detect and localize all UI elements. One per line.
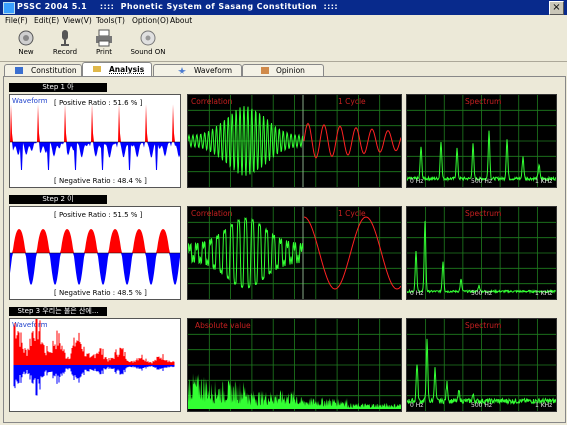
step3-absolute-plot	[188, 319, 401, 411]
step1-waveform-box: Waveform [ Positive Ratio : 51.6 % ] [ N…	[9, 94, 181, 188]
menu-edit[interactable]: Edit(E)	[34, 16, 59, 25]
step3-spectrum-plot	[407, 319, 556, 411]
step2-spectrum-plot	[407, 207, 556, 299]
menu-tools[interactable]: Tools(T)	[96, 16, 125, 25]
spectrum-label: Spectrum	[465, 321, 502, 330]
step1-label: Step 1 아	[9, 83, 107, 92]
step3-waveform-box: Waveform	[9, 318, 181, 412]
app-icon	[3, 2, 15, 14]
step2-spectrum-scope: Spectrum 0 Hz 500 Hz 1 KHz	[406, 206, 557, 300]
step3-waveform-plot	[13, 319, 175, 396]
book-icon	[15, 67, 23, 74]
axis-500hz: 500 Hz	[471, 178, 493, 185]
sound-on-button[interactable]: Sound ON	[128, 29, 168, 59]
absolute-value-label: Absolute value	[195, 321, 251, 330]
tab-constitution[interactable]: Constitution	[4, 64, 82, 76]
folder-icon	[93, 66, 101, 72]
step3-spectrum-scope: Spectrum 0 Hz 500 Hz 1 KHz	[406, 318, 557, 412]
menu-file[interactable]: File(F)	[5, 16, 28, 25]
step2-waveform-box: [ Positive Ratio : 51.5 % ] [ Negative R…	[9, 206, 181, 300]
menu-about[interactable]: About	[170, 16, 192, 25]
toolbar: New Record Print Sound ON	[0, 27, 567, 62]
microphone-icon	[61, 30, 69, 46]
axis-500hz: 500 Hz	[471, 402, 493, 409]
spectrum-label: Spectrum	[465, 97, 502, 106]
step3-label: Step 3 우리는 불은 산에...	[9, 307, 107, 316]
tab-analysis[interactable]: Analysis	[82, 62, 152, 76]
axis-1khz: 1 KHz	[535, 178, 553, 185]
step1-spectrum-scope: Spectrum 0 Hz 500 Hz 1 KHz	[406, 94, 557, 188]
step1-correlation-plot	[188, 95, 401, 187]
axis-1khz: 1 KHz	[535, 290, 553, 297]
tab-opinion[interactable]: Opinion	[242, 64, 324, 76]
correlation-label: Correlation	[191, 97, 233, 106]
axis-1khz: 1 KHz	[535, 402, 553, 409]
axis-0hz: 0 Hz	[410, 290, 424, 297]
pencil-icon	[261, 67, 269, 74]
step3-absolute-scope: Absolute value	[187, 318, 402, 412]
window-title: PSSC 2004 5.1 :::: Phonetic System of Sa…	[17, 2, 338, 11]
step1-waveform-plot	[10, 104, 180, 170]
print-button[interactable]: Print	[84, 29, 124, 59]
printer-icon	[96, 29, 112, 47]
step2-correlation-scope: Correlation 1 Cycle	[187, 206, 402, 300]
close-button[interactable]: ×	[549, 1, 564, 15]
menu-option[interactable]: Option(O)	[132, 16, 169, 25]
menu-view[interactable]: View(V)	[63, 16, 92, 25]
step2-correlation-plot	[188, 207, 401, 299]
axis-0hz: 0 Hz	[410, 178, 424, 185]
step2-label: Step 2 이	[9, 195, 107, 204]
one-cycle-label: 1 Cycle	[338, 97, 366, 106]
new-button[interactable]: New	[6, 29, 46, 59]
tab-strip: Constitution Analysis Waveform Opinion	[0, 62, 567, 76]
speaker-icon	[140, 30, 156, 46]
new-document-icon	[18, 30, 34, 46]
axis-500hz: 500 Hz	[471, 290, 493, 297]
star-icon	[178, 67, 186, 74]
spectrum-label: Spectrum	[465, 209, 502, 218]
one-cycle-label: 1 Cycle	[338, 209, 366, 218]
title-bar: PSSC 2004 5.1 :::: Phonetic System of Sa…	[0, 0, 567, 15]
step2-waveform-plot	[10, 229, 180, 285]
step1-correlation-scope: Correlation 1 Cycle	[187, 94, 402, 188]
tab-waveform[interactable]: Waveform	[153, 64, 242, 76]
record-button[interactable]: Record	[45, 29, 85, 59]
axis-0hz: 0 Hz	[410, 402, 424, 409]
correlation-label: Correlation	[191, 209, 233, 218]
menu-bar: File(F) Edit(E) View(V) Tools(T) Option(…	[0, 15, 567, 26]
step1-spectrum-plot	[407, 95, 556, 187]
